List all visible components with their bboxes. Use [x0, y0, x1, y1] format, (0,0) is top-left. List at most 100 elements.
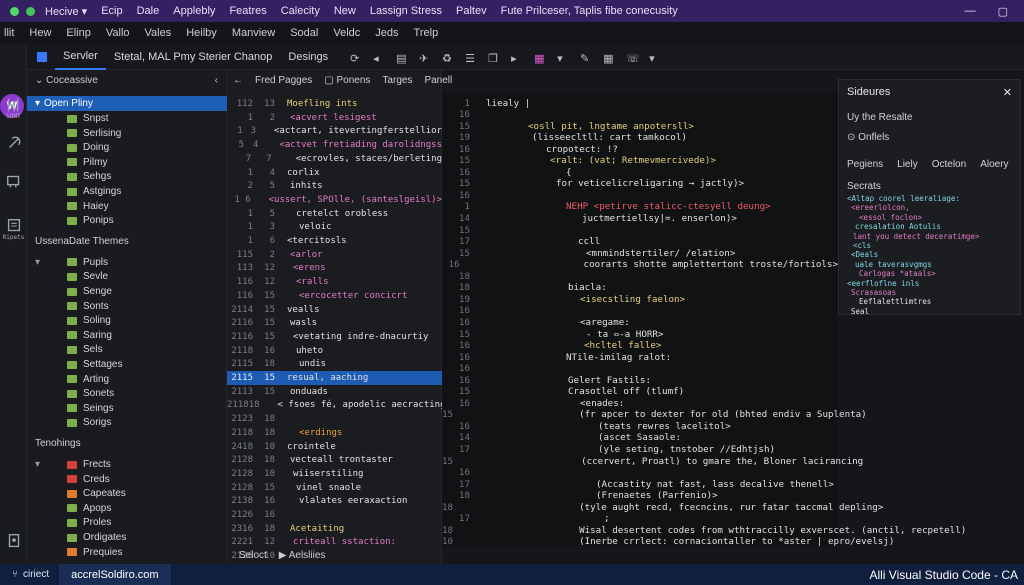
outline-line[interactable]: 1 4 corlix [227, 166, 442, 180]
title-menu-item[interactable]: Featres [229, 5, 266, 18]
outline-line[interactable]: 2118 16 uheto [227, 344, 442, 358]
menu-item[interactable]: Vallo [106, 27, 130, 39]
sidebar-item[interactable]: ▾ Pupls [27, 255, 227, 270]
edit-icon[interactable]: ✎ [580, 52, 590, 65]
remote-icon[interactable]: Ripets [0, 217, 27, 241]
chevron-left-icon[interactable]: ‹ [215, 75, 218, 86]
status-url[interactable]: accrelSoldiro.com [59, 564, 171, 585]
chevron-down-icon[interactable]: ▾ [557, 52, 567, 65]
menu-item[interactable]: llit [4, 27, 14, 39]
menu-item[interactable]: Hew [29, 27, 51, 39]
title-menu-item[interactable]: Dale [137, 5, 160, 18]
sidebar-item[interactable]: Senge [27, 284, 227, 299]
outline-line[interactable]: 1 3 <actcart, itevertingferstellior [227, 124, 442, 138]
chevron-down-icon[interactable]: ▾ [649, 52, 659, 65]
sidebar-item[interactable]: Astgings [27, 184, 227, 199]
outline-line[interactable]: 116 15 <ercocetter concicrt [227, 289, 442, 303]
sidebar-item[interactable]: Doing [27, 140, 227, 155]
outline-line[interactable]: 5 4 <actvet fretiading darolidngss [227, 138, 442, 152]
outline-line[interactable]: 2126 16 [227, 508, 442, 522]
arrow-left-icon[interactable]: ← [233, 75, 243, 86]
panel-option[interactable]: ⊙ Onflels [847, 132, 889, 143]
sidebar-item[interactable]: Seings [27, 401, 227, 416]
sidebar-item[interactable]: Arting [27, 372, 227, 387]
sidebar-item[interactable]: Soling [27, 313, 227, 328]
outline-line[interactable]: 112 13 Moefling ints [227, 97, 442, 111]
sidebar-item[interactable]: Prequies [27, 545, 227, 560]
maximize-button[interactable]: ▢ [998, 5, 1008, 18]
sidebar-item[interactable]: Proles [27, 515, 227, 530]
explorer-icon[interactable] [37, 51, 47, 62]
title-menu-item[interactable]: Lassign Stress [370, 5, 442, 18]
menu-item[interactable]: Heilby [186, 27, 217, 39]
outline-line[interactable]: 2116 15 <vetating indre-dnacurtiy [227, 330, 442, 344]
window-dot-icon[interactable] [10, 6, 19, 16]
extensions-icon[interactable] [0, 172, 27, 190]
copy-icon[interactable]: ❐ [488, 52, 498, 65]
outline-line[interactable]: 2118 18 <erdings [227, 426, 442, 440]
tab-aloery[interactable]: Aloery [980, 159, 1008, 170]
close-icon[interactable]: ✕ [1003, 86, 1012, 99]
tab-targes[interactable]: Targes [382, 75, 412, 86]
outline-line[interactable]: 2115 15 resual, aaching [227, 371, 442, 385]
source-control-icon[interactable]: SONT [0, 96, 27, 120]
tab-aelsliies[interactable]: ▶ Aelsliies [279, 550, 326, 561]
windows-icon[interactable]: ▦ [534, 52, 544, 65]
sidebar-item[interactable]: Sorigs [27, 415, 227, 430]
outline-line[interactable]: 2 5 inhits [227, 179, 442, 193]
play-icon[interactable]: ▸ [511, 52, 521, 65]
tab-panell[interactable]: Panell [424, 75, 452, 86]
outline-line[interactable]: 7 7 <ecrovles, staces/berleting [227, 152, 442, 166]
refresh-icon[interactable]: ⟳ [350, 52, 360, 65]
sidebar-item[interactable]: Sonets [27, 386, 227, 401]
sidebar-item[interactable]: Pilmy [27, 155, 227, 170]
outline-line[interactable]: 2128 10 wiiserstiling [227, 467, 442, 481]
pin-icon[interactable]: ✈ [419, 52, 429, 65]
sidebar-item[interactable]: Sevle [27, 269, 227, 284]
outline-line[interactable]: 2128 15 vinel snaole [227, 481, 442, 495]
outline-line[interactable]: 1 2 <acvert lesigest [227, 111, 442, 125]
title-menu-item[interactable]: Hecive ▾ [45, 5, 87, 18]
outline-line[interactable]: 116 12 <ralls [227, 275, 442, 289]
outline-line[interactable]: 2118 18 < fsoes fé, apodelic aecracting> [227, 398, 451, 412]
window-dot-icon[interactable] [26, 6, 35, 16]
tab-servler[interactable]: Servler [55, 44, 106, 70]
outline-line[interactable]: 115 2 <arlor [227, 248, 442, 262]
minimize-button[interactable]: — [965, 5, 976, 17]
tab-octelon[interactable]: Octelon [932, 159, 966, 170]
sidebar-item[interactable]: Serlising [27, 126, 227, 141]
back-icon[interactable]: ◂ [373, 52, 383, 65]
menu-item[interactable]: Jeds [375, 27, 398, 39]
sidebar-item[interactable]: Capeates [27, 486, 227, 501]
phone-icon[interactable]: ☏ [626, 52, 640, 65]
sidebar-group-title[interactable]: UssenaDate Themes [35, 236, 129, 247]
title-menu-item[interactable]: Applebly [173, 5, 215, 18]
sidebar-group-title[interactable]: Tenohings [35, 438, 81, 449]
tab-stetal[interactable]: Stetal, MAL Pmy Sterier Chanop [106, 44, 281, 70]
sync-icon[interactable]: ♻ [442, 52, 452, 65]
sidebar-item[interactable]: Creds [27, 472, 227, 487]
tab-fred-pagges[interactable]: Fred Pagges [255, 75, 312, 86]
title-menu-item[interactable]: New [334, 5, 356, 18]
title-menu-item[interactable]: Ecip [101, 5, 122, 18]
grid-icon[interactable]: ▦ [603, 52, 613, 65]
outline-line[interactable]: 1 6 <ussert, SPOlle, (santeslgeisl)> [227, 193, 442, 207]
tab-liely[interactable]: Liely [897, 159, 918, 170]
outline-line[interactable]: 2116 15 wasls [227, 316, 442, 330]
menu-item[interactable]: Sodal [290, 27, 318, 39]
outline-line[interactable]: 2138 16 vlalates eeraxaction [227, 494, 442, 508]
outline-line[interactable]: 1 6 <tercitosls [227, 234, 442, 248]
menu-item[interactable]: Vales [145, 27, 172, 39]
sidebar-item[interactable]: Saring [27, 328, 227, 343]
title-menu-item[interactable]: Paltev [456, 5, 487, 18]
split-icon[interactable]: ▤ [396, 52, 406, 65]
outline-line[interactable]: 2115 18 undis [227, 357, 442, 371]
code-editor[interactable]: 1 liealy | 16 15 <osll pit, lngtame anpoters… [442, 94, 966, 549]
code-line[interactable]: 10 (Inerbe crrlect: cornaciontaller to *a… [442, 535, 894, 549]
sidebar-item[interactable]: Sehgs [27, 169, 227, 184]
sidebar-item[interactable]: Snpst [27, 111, 227, 126]
list-icon[interactable]: ☰ [465, 52, 475, 65]
sidebar-item[interactable]: Ponips [27, 213, 227, 228]
debug-icon[interactable] [0, 134, 27, 152]
menu-item[interactable]: Elinp [66, 27, 90, 39]
